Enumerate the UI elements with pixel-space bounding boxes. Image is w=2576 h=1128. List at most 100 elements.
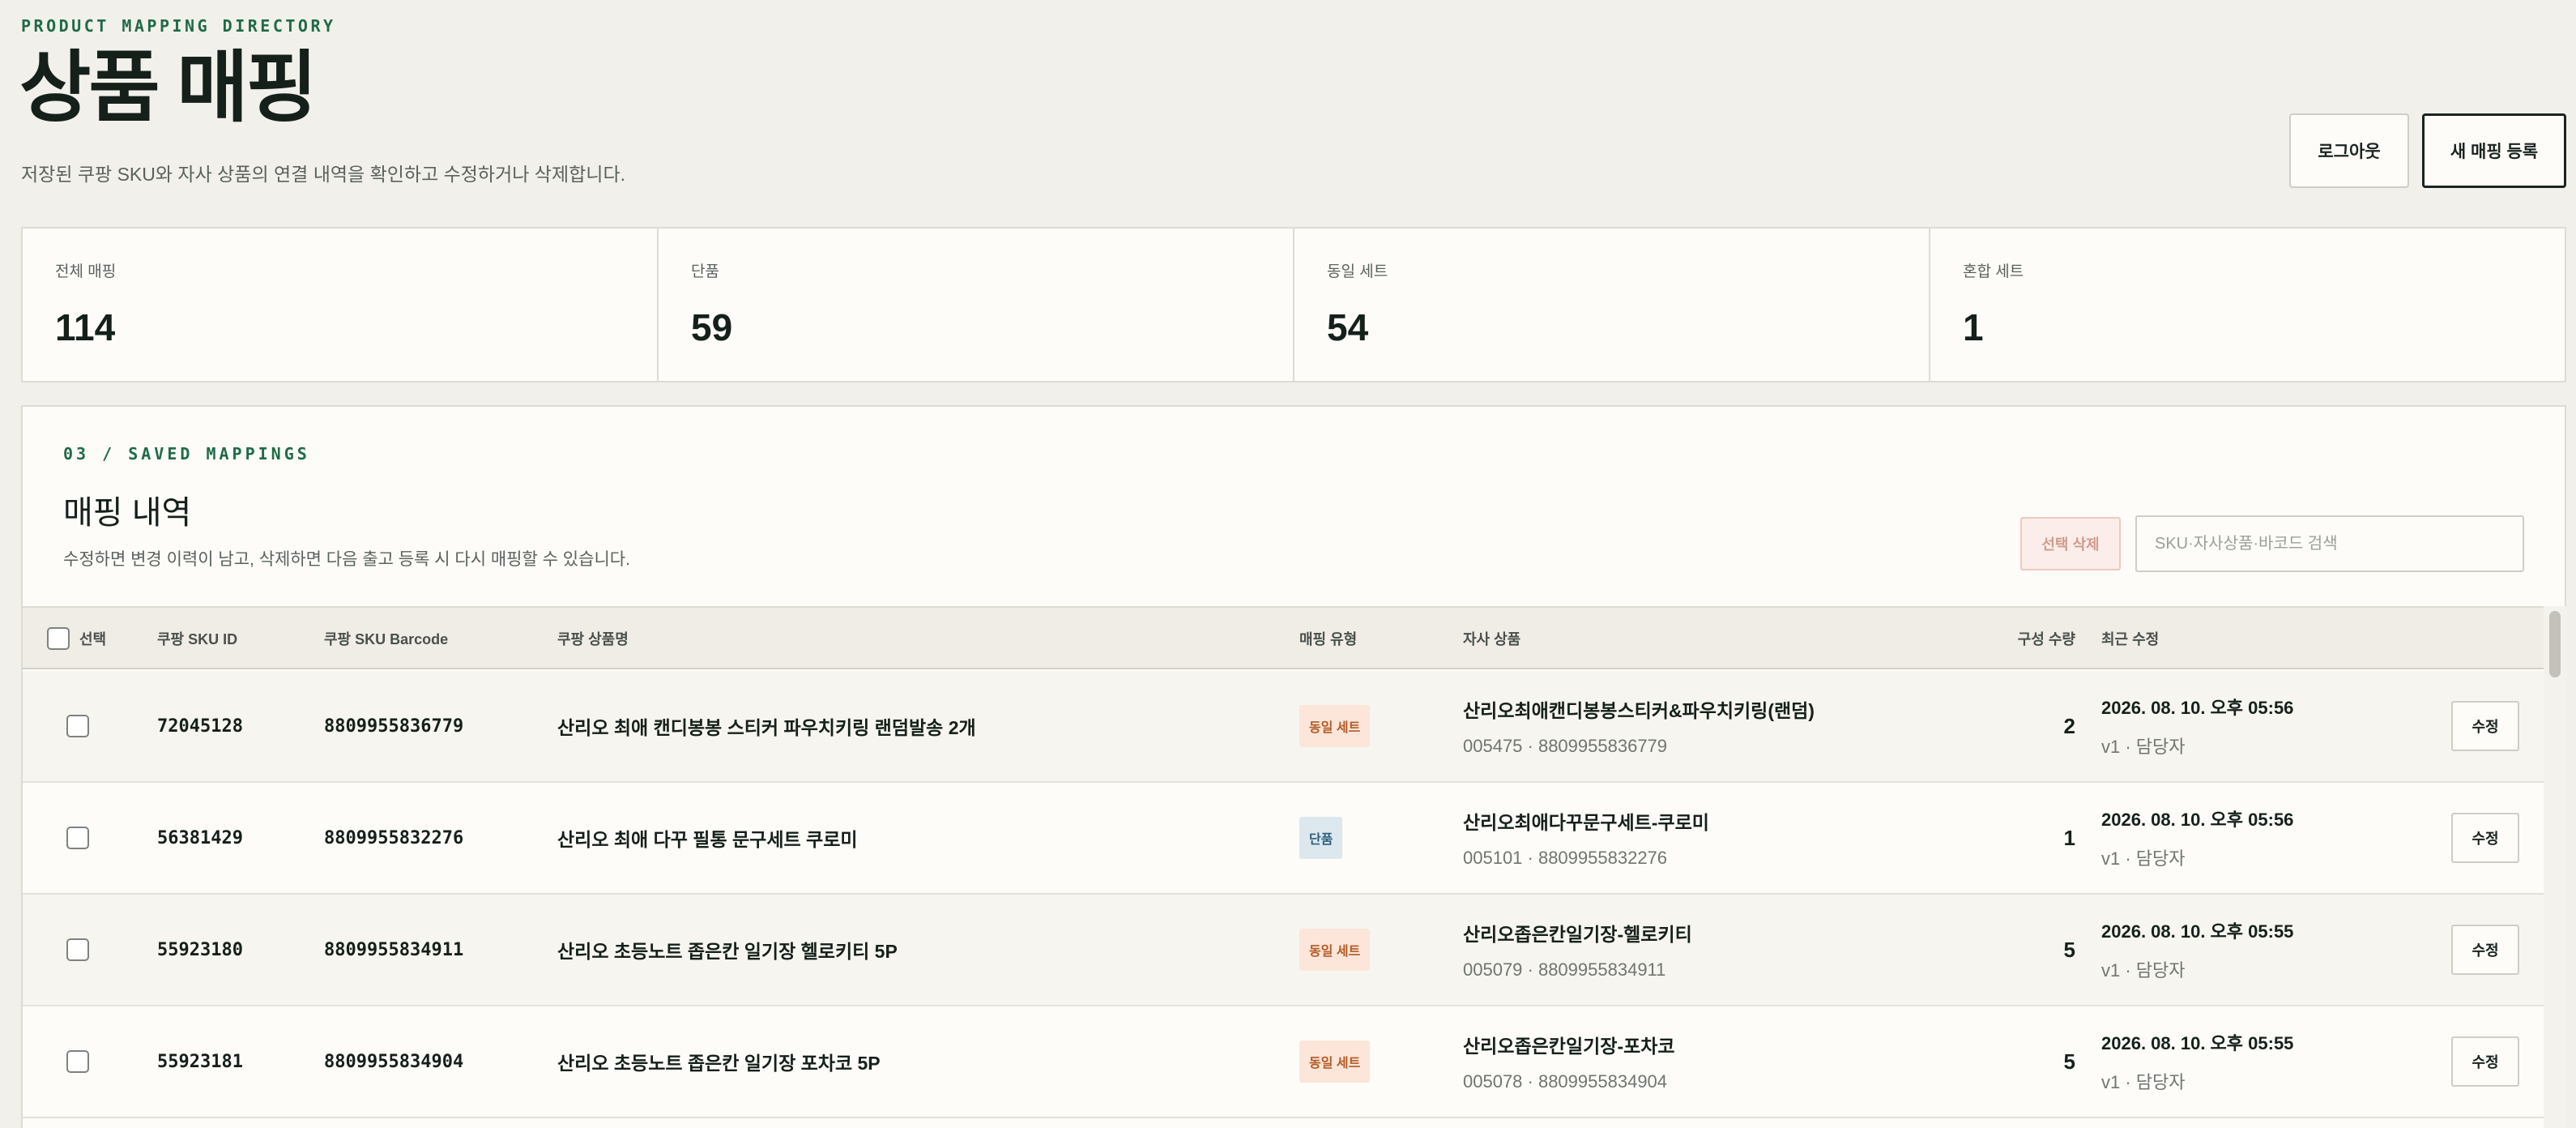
column-header-own-product[interactable]: 자사 상품: [1463, 608, 1520, 669]
own-product-code: 005101 · 8809955832276: [1463, 848, 1668, 868]
row-select-cell: [66, 895, 89, 1005]
edit-cell: 수정: [2451, 783, 2519, 893]
updated-by: v1 · 담당자: [2101, 960, 2186, 981]
column-header-sku-id[interactable]: 쿠팡 SKU ID: [157, 608, 237, 669]
updated-cell: 2026. 08. 10. 오후 05:56 v1 · 담당자: [2101, 783, 2293, 893]
updated-by: v1 · 담당자: [2101, 737, 2186, 757]
own-product-code: 005079 · 8809955834911: [1463, 959, 1666, 980]
stats-summary: 전체 매핑 114 단품 59 동일 세트 54 혼합 세트 1: [21, 227, 2566, 382]
own-product-cell: 산리오좁은칸일기장-헬로키티 005079 · 8809955834911: [1463, 895, 1692, 1005]
row-select-cell: [66, 783, 89, 893]
stat-label: 혼합 세트: [1963, 263, 2024, 280]
column-header-product-name[interactable]: 쿠팡 상품명: [557, 608, 629, 669]
stat-mixed-set: 혼합 세트 1: [1930, 229, 2565, 381]
panel-description: 수정하면 변경 이력이 남고, 삭제하면 다음 출고 등록 시 다시 매핑할 수…: [63, 550, 630, 569]
mapping-type-badge: 동일 세트: [1299, 929, 1371, 971]
stat-label: 단품: [691, 263, 719, 280]
updated-date: 2026. 08. 10. 오후 05:56: [2101, 698, 2294, 718]
updated-by: v1 · 담당자: [2101, 848, 2186, 869]
scrollbar[interactable]: [2544, 606, 2566, 1128]
updated-cell: 2026. 08. 10. 오후 05:56 v1 · 담당자: [2101, 671, 2293, 781]
own-product-cell: 산리오좁은칸일기장-포차코 005078 · 8809955834904: [1463, 1006, 1675, 1117]
row-checkbox[interactable]: [66, 1050, 89, 1073]
row-checkbox[interactable]: [66, 827, 89, 849]
mapping-type-badge: 동일 세트: [1299, 705, 1371, 747]
updated-by: v1 · 담당자: [2101, 1072, 2186, 1092]
stat-same-set: 동일 세트 54: [1294, 229, 1930, 381]
own-product-cell: 산리오최애캔디봉봉스티커&파우치키링(랜덤) 005475 · 880995583…: [1463, 671, 1815, 781]
sku-barcode: 8809955834911: [324, 939, 464, 960]
sku-id: 56381429: [157, 827, 243, 848]
stat-value: 59: [691, 306, 733, 348]
updated-date: 2026. 08. 10. 오후 05:55: [2101, 921, 2294, 942]
column-header-select: 선택: [79, 631, 107, 647]
own-product-name: 산리오좁은칸일기장-헬로키티: [1463, 924, 1692, 945]
table-row[interactable]: 55923181 8809955834904 산리오 초등노트 좁은칸 일기장 포차…: [23, 1006, 2544, 1118]
logout-button[interactable]: 로그아웃: [2289, 113, 2409, 188]
product-name: 산리오 최애 캔디봉봉 스티커 파우치키링 랜덤발송 2개: [557, 717, 976, 738]
sku-barcode: 8809955832276: [324, 827, 464, 848]
panel-eyebrow: 03 / SAVED MAPPINGS: [63, 444, 310, 464]
own-product-cell: 산리오최애다꾸문구세트-쿠로미 005101 · 8809955832276: [1463, 783, 1709, 893]
own-product-code: 005078 · 8809955834904: [1463, 1071, 1668, 1092]
bulk-delete-button[interactable]: 선택 삭제: [2020, 517, 2121, 570]
column-header-sku-barcode[interactable]: 쿠팡 SKU Barcode: [324, 608, 448, 669]
table-row[interactable]: 72045128 8809955836779 산리오 최애 캔디봉봉 스티커 파우치…: [23, 671, 2544, 783]
mapping-type-cell: 동일 세트: [1299, 1006, 1371, 1117]
quantity: 1: [2063, 825, 2075, 850]
table-row[interactable]: 55923180 8809955834911 산리오 초등노트 좁은칸 일기장 헬로…: [23, 895, 2544, 1006]
stat-value: 114: [55, 306, 116, 348]
edit-button[interactable]: 수정: [2451, 1036, 2519, 1087]
select-all-checkbox[interactable]: [47, 627, 70, 650]
own-product-name: 산리오최애다꾸문구세트-쿠로미: [1463, 812, 1709, 833]
column-header-mapping-type[interactable]: 매핑 유형: [1299, 608, 1357, 669]
page-eyebrow: PRODUCT MAPPING DIRECTORY: [21, 16, 336, 36]
scrollbar-thumb[interactable]: [2549, 611, 2561, 677]
updated-date: 2026. 08. 10. 오후 05:55: [2101, 1033, 2294, 1053]
search-input[interactable]: [2135, 515, 2524, 572]
edit-cell: 수정: [2451, 1006, 2519, 1117]
column-header-quantity[interactable]: 구성 수량: [1983, 608, 2075, 669]
row-select-cell: [66, 671, 89, 781]
own-product-name: 산리오좁은칸일기장-포차코: [1463, 1036, 1675, 1057]
updated-cell: 2026. 08. 10. 오후 05:55 v1 · 담당자: [2101, 1006, 2293, 1117]
quantity: 5: [2063, 1049, 2075, 1074]
edit-cell: 수정: [2451, 671, 2519, 781]
own-product-code: 005475 · 8809955836779: [1463, 736, 1668, 756]
stat-single: 단품 59: [659, 229, 1294, 381]
sku-barcode: 8809955834904: [324, 1051, 464, 1072]
product-name: 산리오 초등노트 좁은칸 일기장 헬로키티 5P: [557, 941, 898, 962]
sku-id: 72045128: [157, 716, 243, 737]
saved-mappings-panel: 03 / SAVED MAPPINGS 매핑 내역 수정하면 변경 이력이 남고…: [21, 405, 2566, 1128]
panel-title: 매핑 내역: [63, 495, 192, 531]
row-checkbox[interactable]: [66, 938, 89, 961]
select-all-cell: 선택: [47, 608, 106, 669]
updated-date: 2026. 08. 10. 오후 05:56: [2101, 810, 2294, 830]
edit-button[interactable]: 수정: [2451, 925, 2519, 975]
mapping-type-cell: 동일 세트: [1299, 671, 1371, 781]
page-subtitle: 저장된 쿠팡 SKU와 자사 상품의 연결 내역을 확인하고 수정하거나 삭제합…: [21, 164, 625, 185]
table-row[interactable]: 56381429 8809955832276 산리오 최애 다꾸 필통 문구세트 쿠…: [23, 783, 2544, 895]
new-mapping-button[interactable]: 새 매핑 등록: [2422, 113, 2566, 188]
quantity: 2: [2063, 713, 2075, 738]
edit-button[interactable]: 수정: [2451, 813, 2519, 863]
mapping-type-badge: 동일 세트: [1299, 1040, 1371, 1083]
edit-cell: 수정: [2451, 895, 2519, 1005]
product-name: 산리오 최애 다꾸 필통 문구세트 쿠로미: [557, 829, 858, 850]
stat-label: 동일 세트: [1327, 263, 1388, 280]
edit-button[interactable]: 수정: [2451, 701, 2519, 751]
sku-id: 55923180: [157, 939, 243, 960]
column-header-updated[interactable]: 최근 수정: [2101, 608, 2159, 669]
stat-label: 전체 매핑: [55, 263, 117, 280]
mapping-type-cell: 동일 세트: [1299, 895, 1371, 1005]
stat-value: 54: [1327, 306, 1369, 348]
stat-value: 1: [1963, 306, 1984, 348]
quantity: 5: [2063, 937, 2075, 962]
page-title: 상품 매핑: [19, 45, 318, 131]
mapping-type-cell: 단품: [1299, 783, 1343, 893]
own-product-name: 산리오최애캔디봉봉스티커&파우치키링(랜덤): [1463, 700, 1815, 721]
updated-cell: 2026. 08. 10. 오후 05:55 v1 · 담당자: [2101, 895, 2293, 1005]
row-select-cell: [66, 1006, 89, 1117]
row-checkbox[interactable]: [66, 715, 89, 737]
sku-id: 55923181: [157, 1051, 243, 1072]
